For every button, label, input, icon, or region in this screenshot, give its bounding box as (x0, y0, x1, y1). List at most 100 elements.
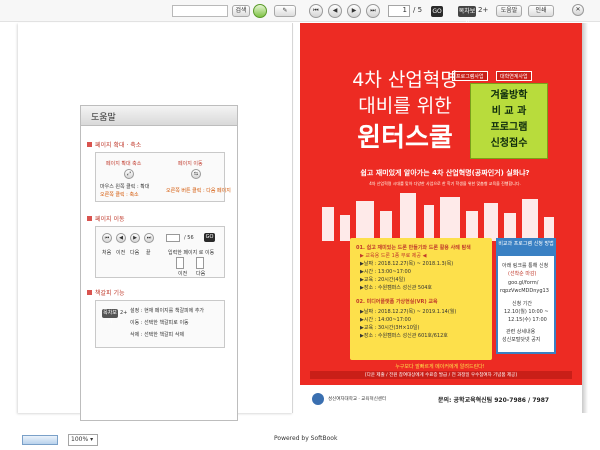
bookmark-line-1: 설정 : 현재 페이지를 책갈피에 추가 (130, 308, 205, 314)
help-prev-page-thumb (176, 257, 184, 269)
last-page-icon[interactable]: ⏭ (366, 4, 380, 18)
first-page-icon[interactable]: ⏮ (309, 4, 323, 18)
program-info-box: 01. 쉽고 재미있는 드론 만들기와 드론 활용 사례 탐색 ▶ 교육용 드론… (350, 238, 492, 360)
help-button-label: 도움말 (500, 7, 518, 14)
p1-time: ▶시간 : 13:00~17:00 (360, 269, 411, 275)
p1-title: 01. 쉽고 재미있는 드론 만들기와 드론 활용 사례 탐색 (356, 245, 471, 251)
apply-9: 성신포털닷넷 공지 (502, 337, 541, 343)
section-zoom-title: 페이지 확대 · 축소 (87, 140, 141, 150)
school-name: 성신여자대학교 · 교육혁신센터 (328, 397, 387, 402)
bookmark-line-3: 삭제 : 선택한 책갈피 삭제 (130, 332, 185, 338)
apply-7: 12.15(수) 17:00 (508, 317, 547, 323)
apply-info-box: 비교과 프로그램 신청 방법 아래 링크를 통해 신청 (선착순 마감) goo… (496, 238, 556, 354)
page-number-input[interactable]: 1 (388, 5, 410, 17)
help-panel: 도움말 페이지 확대 · 축소 페이지 확대 축소 ⤢ 마우스 왼쪽 클릭 : … (80, 105, 238, 421)
contents-tab[interactable]: 목차보기 (458, 6, 476, 26)
apply-1: 아래 링크를 통해 신청 (502, 263, 549, 269)
help-title-text: 도움말 (91, 113, 116, 123)
bookmark-icon[interactable]: ✎ (274, 5, 296, 17)
section-bookmark-box: 목차보기 2+ 설정 : 현재 페이지를 책갈피에 추가 이동 : 선택한 책갈… (95, 300, 225, 348)
page-total: / 5 (413, 6, 423, 14)
search-button-label: 검색 (235, 7, 247, 14)
p2-title: 02. 미디어플랫폼 가상현실(VR) 교육 (356, 299, 438, 305)
zoom-select[interactable]: 100% ▾ (68, 434, 98, 446)
help-last-label: 끝 (146, 250, 151, 256)
apply-2: (선착순 마감) (508, 271, 537, 277)
p2-hours: ▶교육 : 30시간(3H×10일) (360, 325, 420, 331)
zoom-icon: ⤢ (124, 169, 134, 179)
poster-tag-2: 대학연계사업 (496, 71, 532, 81)
help-next-label: 다음 (130, 250, 140, 256)
help-prev-label: 이전 (116, 250, 126, 256)
apply-4: rqpzVwcMDDnyg13 (500, 288, 549, 294)
green-line-4: 신청접수 (490, 138, 528, 149)
apply-5: 신청 기간 (512, 301, 532, 307)
prev-page-icon[interactable]: ◀ (328, 4, 342, 18)
help-next2-label: 다음 (196, 271, 206, 277)
section-zoom-text: 페이지 확대 · 축소 (95, 142, 142, 149)
help-page-total: / 56 (184, 235, 194, 241)
help-next-page-thumb (196, 257, 204, 269)
p1-sub: ▶ 교육용 드론 1종 무료 제공 ◀ (360, 253, 427, 259)
footer-note-2: [다운 제출 / 전원 참여대상에게 수료증 발급 / 전 과정일 우수참여자 … (310, 371, 572, 379)
help-go-label: GO (205, 234, 214, 240)
footer-note: 누구보다 발빠르게 메이커에게 알려드린다! (395, 364, 485, 370)
help-first-label: 처음 (102, 250, 112, 256)
search-button[interactable]: 검색 (232, 5, 250, 17)
poster-tag-2-text: 대학연계사업 (500, 74, 528, 80)
section-page-title: 페이지 이동 (87, 214, 125, 224)
go-button[interactable]: GO (431, 6, 443, 17)
zoom-desc-2: 오른쪽 클릭 : 축소 (100, 192, 139, 198)
move-icon: ⇆ (191, 169, 201, 179)
section-bookmark-title: 책갈피 기능 (87, 288, 125, 298)
contents-tab-extra: 2+ (478, 6, 489, 14)
powered-by: Powered by SoftBook (274, 435, 338, 442)
green-line-3: 프로그램 (490, 122, 528, 133)
close-icon[interactable]: ✕ (572, 4, 584, 16)
poster-title-1: 4차 산업혁명 (352, 69, 458, 91)
bottom-bar: 100% ▾ Powered by SoftBook (0, 432, 600, 450)
poster-title-3: 윈터스쿨 (357, 123, 453, 153)
print-button-label: 인쇄 (535, 7, 547, 14)
poster-illustration (300, 181, 582, 241)
help-prev2-label: 이전 (178, 271, 188, 277)
help-last-icon: ⏭ (144, 233, 154, 243)
apply-8: 관련 상세내용 (506, 329, 536, 335)
help-button[interactable]: 도움말 (496, 5, 522, 17)
go-label: GO (432, 8, 442, 15)
p1-hours: ▶교육 : 20시간(4일) (360, 277, 406, 283)
section-page-box: ⏮ ◀ ▶ ⏭ / 56 GO 처음 이전 다음 끝 입력한 페이지 로 이동 … (95, 226, 225, 278)
print-button[interactable]: 인쇄 (528, 5, 554, 17)
poster-title-2: 대비를 위한 (358, 95, 452, 117)
apply-6: 12.10(월) 10:00 ~ (504, 309, 549, 315)
search-input[interactable] (172, 5, 228, 17)
section-bookmark-text: 책갈피 기능 (95, 290, 125, 297)
section-page-text: 페이지 이동 (95, 216, 125, 223)
help-go-badge: GO (204, 233, 215, 242)
next-page-icon[interactable]: ▶ (347, 4, 361, 18)
help-contents-tab: 목차보기 (102, 309, 118, 325)
poster-green-box: 겨울방학 비 교 과 프로그램 신청접수 (470, 83, 548, 159)
p1-date: ▶날짜 : 2018.12.27(목) ~ 2018.1.3(목) (360, 261, 454, 267)
help-first-icon: ⏮ (102, 233, 112, 243)
poster-page: 프로그램사업 대학연계사업 4차 산업혁명 대비를 위한 윈터스쿨 겨울방학 비… (300, 23, 582, 413)
p2-time: ▶시간 : 14:00~17:00 (360, 317, 411, 323)
zoom-label: 페이지 확대 축소 (106, 161, 142, 167)
help-prev-icon: ◀ (116, 233, 126, 243)
page-current: 1 (402, 6, 407, 14)
search-go-icon[interactable] (253, 4, 267, 18)
zoom-desc-1: 마우스 왼쪽 클릭 : 확대 (100, 184, 150, 190)
p1-place: ▶장소 : 수원캠퍼스 성신관 504호 (360, 285, 433, 291)
move-desc: 오른쪽 버튼 클릭 : 다음 페이지 (166, 188, 231, 194)
green-line-2: 비 교 과 (491, 106, 527, 117)
help-title: 도움말 (81, 106, 237, 126)
p2-place: ▶장소 : 수원캠퍼스 성신관 601호/612호 (360, 333, 448, 339)
section-zoom-box: 페이지 확대 축소 ⤢ 마우스 왼쪽 클릭 : 확대 오른쪽 클릭 : 축소 페… (95, 152, 231, 202)
top-toolbar: 검색 ✎ ⏮ ◀ ▶ ⏭ 1 / 5 GO 목차보기 2+ 도움말 인쇄 ✕ (0, 0, 600, 26)
p2-date: ▶날짜 : 2018.12.27(목) ~ 2019.1.14(월) (360, 309, 457, 315)
green-line-1: 겨울방학 (490, 90, 528, 101)
apply-3: goo.gl/form/ (508, 280, 539, 286)
thumbnail-view-icon[interactable] (22, 435, 58, 445)
apply-title: 비교과 프로그램 신청 방법 (498, 240, 554, 256)
school-logo (312, 393, 324, 405)
